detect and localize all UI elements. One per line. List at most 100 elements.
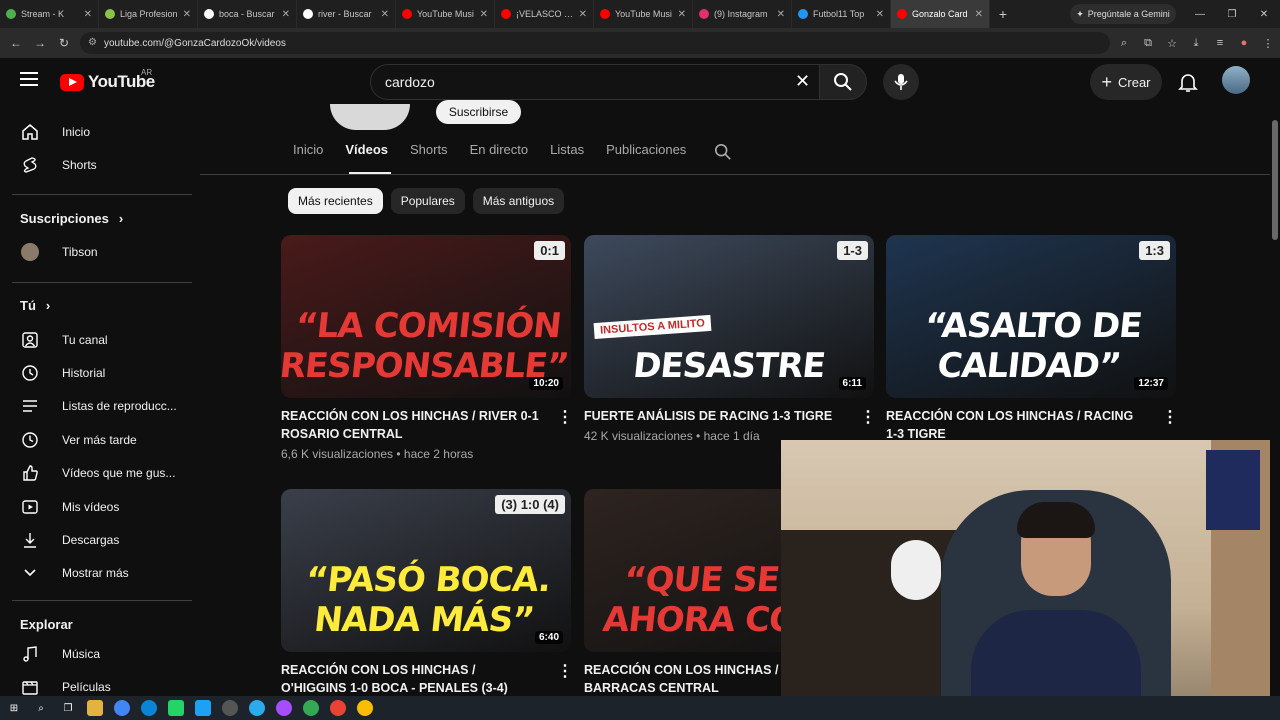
tab-listas[interactable]: Listas [550, 142, 584, 170]
reload-icon[interactable]: ↻ [52, 36, 76, 50]
close-tab-icon[interactable]: ✕ [84, 9, 92, 20]
gemini-button[interactable]: ✦ Pregúntale a Gemini [1070, 4, 1176, 24]
minimize-icon[interactable]: — [1184, 9, 1216, 20]
scrollbar-thumb[interactable] [1272, 120, 1278, 240]
page-scrollbar[interactable] [1270, 58, 1280, 696]
close-tab-icon[interactable]: ✕ [381, 9, 389, 20]
browser-tab[interactable]: (9) Instagram ✕ [693, 0, 792, 28]
task-view-icon[interactable]: ❐ [60, 700, 76, 716]
create-button[interactable]: + Crear [1090, 64, 1162, 100]
file-explorer-icon[interactable] [87, 700, 103, 716]
browser-tab[interactable]: boca - Buscar ✕ [198, 0, 297, 28]
subscriptions-heading[interactable]: Suscripciones › [20, 211, 123, 226]
video-title[interactable]: REACCIÓN CON LOS HINCHAS / RIVER 0-1 ROS… [281, 407, 541, 443]
extensions-icon[interactable]: ≡ [1208, 37, 1232, 49]
close-tab-icon[interactable]: ✕ [579, 9, 587, 20]
browser-tab[interactable]: river - Buscar ✕ [297, 0, 396, 28]
download-icon[interactable]: ⤓ [1184, 37, 1208, 50]
messenger-icon[interactable] [276, 700, 292, 716]
close-tab-icon[interactable]: ✕ [975, 9, 983, 20]
video-title[interactable]: FUERTE ANÁLISIS DE RACING 1-3 TIGRE [584, 407, 844, 425]
close-tab-icon[interactable]: ✕ [282, 9, 290, 20]
edge-icon[interactable] [141, 700, 157, 716]
tab-videos[interactable]: Vídeos [345, 142, 388, 170]
sidebar-item-vídeos-que-me-gus[interactable]: Vídeos que me gus... [12, 457, 192, 490]
close-icon[interactable]: ✕ [1248, 9, 1280, 20]
video-options-icon[interactable]: ⋮ [557, 407, 573, 427]
restore-icon[interactable]: ❐ [1216, 9, 1248, 20]
new-tab-button[interactable]: + [990, 6, 1016, 22]
chip-mas-recientes[interactable]: Más recientes [288, 188, 383, 214]
tab-en-directo[interactable]: En directo [470, 142, 529, 170]
video-thumbnail[interactable]: “LA COMISIÓN RESPONSABLE” 0:1 10:20 [281, 235, 571, 398]
clear-search-icon[interactable]: ✕ [795, 71, 810, 92]
sidebar-item-ver-más-tarde[interactable]: Ver más tarde [12, 423, 192, 456]
close-tab-icon[interactable]: ✕ [183, 9, 191, 20]
obs-icon[interactable] [222, 700, 238, 716]
bookmark-star-icon[interactable]: ☆ [1160, 37, 1184, 50]
sidebar-item-shorts[interactable]: Shorts [12, 148, 192, 181]
install-icon[interactable]: ⧉ [1136, 37, 1160, 50]
video-options-icon[interactable]: ⋮ [1162, 407, 1178, 427]
close-tab-icon[interactable]: ✕ [678, 9, 686, 20]
video-options-icon[interactable]: ⋮ [557, 661, 573, 681]
tab-inicio[interactable]: Inicio [293, 142, 323, 170]
video-title[interactable]: REACCIÓN CON LOS HINCHAS / O'HIGGINS 1-0… [281, 661, 541, 697]
browser-tab[interactable]: Stream - K ✕ [0, 0, 99, 28]
browser-tab[interactable]: ¡VELASCO SAC ✕ [495, 0, 594, 28]
video-thumbnail[interactable]: DESASTRE 1-3 INSULTOS A MILITO 6:11 [584, 235, 874, 398]
video-thumbnail[interactable]: “PASÓ BOCA. NADA MÁS” (3) 1:0 (4) 6:40 [281, 489, 571, 652]
sidebar-item-listas-de-reproducc[interactable]: Listas de reproducc... [12, 390, 192, 423]
browser-tab[interactable]: Futbol11 Top ✕ [792, 0, 891, 28]
tab-shorts[interactable]: Shorts [410, 142, 448, 170]
search-button[interactable] [819, 64, 867, 100]
menu-hamburger-icon[interactable] [20, 72, 38, 90]
zoom-icon[interactable]: ⌕ [1112, 37, 1136, 50]
sidebar-item-tibson[interactable]: Tibson [12, 235, 192, 268]
whatsapp-icon[interactable] [168, 700, 184, 716]
notifications-bell-icon[interactable] [1176, 70, 1200, 94]
url-field[interactable]: ⚙ youtube.com/@GonzaCardozoOk/videos [80, 32, 1110, 54]
sidebar-item-descargas[interactable]: Descargas [12, 523, 192, 556]
chrome-profile-2-icon[interactable] [330, 700, 346, 716]
browser-tab[interactable]: Gonzalo Card ✕ [891, 0, 990, 28]
chrome-icon[interactable] [114, 700, 130, 716]
browser-tab[interactable]: YouTube Musi ✕ [396, 0, 495, 28]
site-info-icon[interactable]: ⚙ [88, 37, 97, 48]
voice-search-button[interactable] [883, 64, 919, 100]
tab-publicaciones[interactable]: Publicaciones [606, 142, 686, 170]
channel-search-icon[interactable] [714, 143, 732, 161]
video-thumbnail[interactable]: “ASALTO DE CALIDAD” 1:3 12:37 [886, 235, 1176, 398]
forward-icon[interactable]: → [28, 36, 52, 50]
channel-avatar[interactable] [330, 104, 410, 130]
browser-tab[interactable]: YouTube Musi ✕ [594, 0, 693, 28]
twitter-icon[interactable] [195, 700, 211, 716]
taskbar-search-icon[interactable]: ⌕ [33, 700, 49, 716]
gemini-label: Pregúntale a Gemini [1087, 9, 1170, 19]
search-input[interactable] [385, 74, 765, 90]
sidebar-item-mostrar-más[interactable]: Mostrar más [12, 557, 192, 590]
account-avatar[interactable] [1222, 66, 1250, 94]
chrome-profile-icon[interactable] [303, 700, 319, 716]
chip-mas-antiguos[interactable]: Más antiguos [472, 188, 565, 214]
you-heading[interactable]: Tú › [20, 298, 50, 313]
browser-tab[interactable]: Liga Profesion ✕ [99, 0, 198, 28]
telegram-icon[interactable] [249, 700, 265, 716]
sidebar-item-música[interactable]: Música [12, 637, 192, 670]
profile-icon[interactable]: ● [1232, 37, 1256, 49]
sidebar-item-tu-canal[interactable]: Tu canal [12, 323, 192, 356]
video-title[interactable]: REACCIÓN CON LOS HINCHAS / RACING 1-3 TI… [886, 407, 1146, 443]
chip-populares[interactable]: Populares [390, 188, 465, 214]
sidebar-item-historial[interactable]: Historial [12, 356, 192, 389]
back-icon[interactable]: ← [4, 36, 28, 50]
video-options-icon[interactable]: ⋮ [860, 407, 876, 427]
sidebar-item-mis-vídeos[interactable]: Mis vídeos [12, 490, 192, 523]
close-tab-icon[interactable]: ✕ [777, 9, 785, 20]
browser-menu-icon[interactable]: ⋮ [1256, 37, 1280, 50]
chrome-profile-3-icon[interactable] [357, 700, 373, 716]
subscribe-button[interactable]: Suscribirse [436, 100, 521, 124]
sidebar-item-inicio[interactable]: Inicio [12, 115, 192, 148]
close-tab-icon[interactable]: ✕ [876, 9, 884, 20]
windows-start-icon[interactable]: ⊞ [6, 700, 22, 716]
close-tab-icon[interactable]: ✕ [480, 9, 488, 20]
